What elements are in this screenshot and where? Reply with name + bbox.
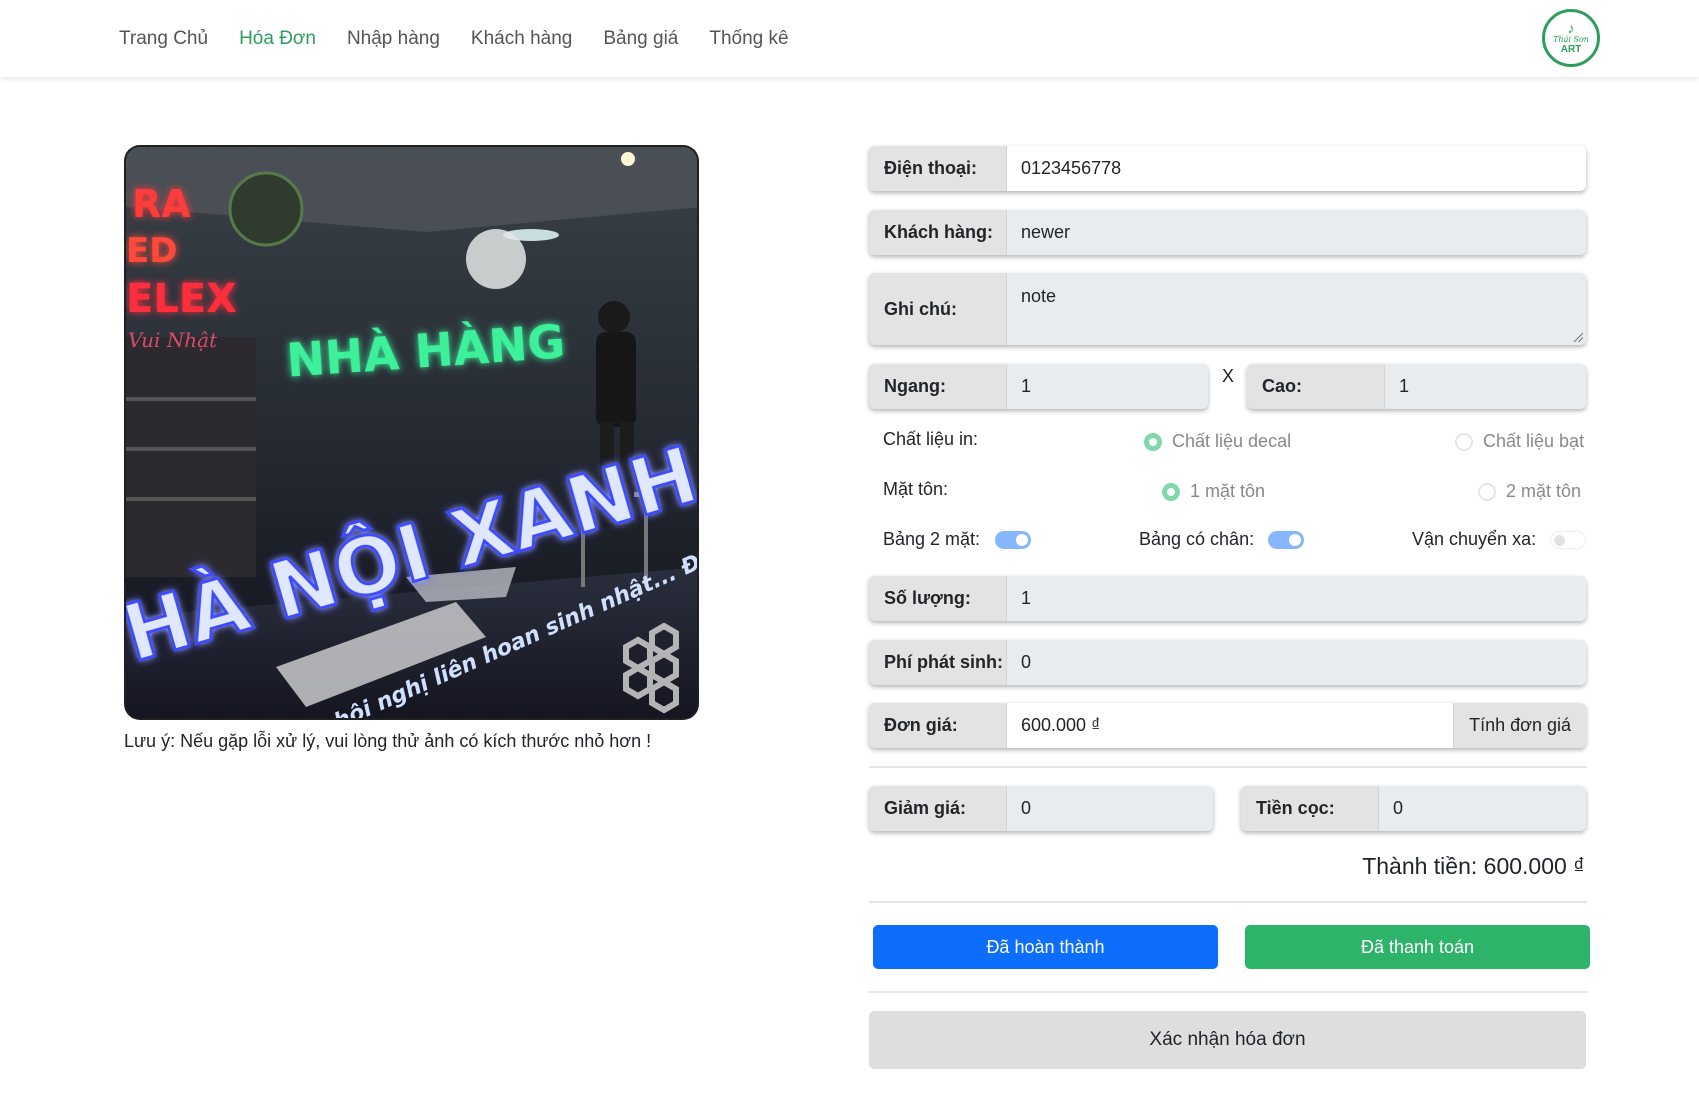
height-group: Cao: 1 (1247, 364, 1586, 409)
nav-item-import[interactable]: Nhập hàng (347, 28, 440, 50)
customer-input[interactable]: newer (1007, 210, 1586, 255)
print-material-label: Chất liệu in: (883, 429, 979, 449)
nav-item-home[interactable]: Trang Chủ (119, 28, 208, 50)
long-shipping-label: Vận chuyển xa: (1412, 529, 1537, 549)
width-input[interactable]: 1 (1007, 364, 1208, 409)
height-input[interactable]: 1 (1385, 364, 1586, 409)
nav-item-statistics[interactable]: Thống kê (709, 28, 788, 50)
brand-logo[interactable]: ♪ Thái Sơn ART (1542, 9, 1600, 67)
phone-label: Điện thoại: (869, 146, 1007, 191)
divider (869, 991, 1587, 993)
notes-textarea[interactable]: note (1007, 273, 1586, 345)
side-sign-ed: ED (126, 231, 177, 271)
width-label: Ngang: (869, 364, 1007, 409)
height-label: Cao: (1247, 364, 1385, 409)
radio-unchecked-icon (1455, 432, 1473, 451)
discount-group: Giảm giá: 0 (869, 786, 1213, 831)
nav-item-customers[interactable]: Khách hàng (471, 28, 572, 50)
logo-script-text: Thái Sơn (1553, 35, 1589, 44)
divider (869, 901, 1587, 903)
paid-button[interactable]: Đã thanh toán (1245, 925, 1590, 969)
with-stand-label: Bảng có chân: (1139, 529, 1255, 549)
customer-group: Khách hàng: newer (869, 210, 1586, 255)
notes-label: Ghi chú: (869, 273, 1007, 345)
radio-two-sheet-label: 2 mặt tôn (1506, 481, 1582, 501)
logo-art-text: ART (1560, 44, 1582, 55)
radio-banner-label: Chất liệu bạt (1483, 431, 1585, 451)
double-sided-label: Bảng 2 mặt: (883, 529, 981, 549)
nav-item-price-list[interactable]: Bảng giá (603, 28, 678, 50)
radio-checked-icon (1144, 432, 1162, 451)
quantity-input[interactable]: 1 (1007, 576, 1586, 621)
deposit-input[interactable]: 0 (1379, 786, 1586, 831)
side-sign-script: Vui Nhật (128, 328, 218, 352)
radio-one-sheet[interactable]: 1 mặt tôn (1162, 481, 1265, 502)
radio-decal-label: Chất liệu decal (1172, 431, 1292, 451)
radio-checked-icon (1162, 482, 1180, 501)
deposit-group: Tiền cọc: 0 (1241, 786, 1586, 831)
double-sided-toggle[interactable] (995, 531, 1031, 549)
nav-menu: Trang Chủ Hóa Đơn Nhập hàng Khách hàng B… (119, 0, 820, 77)
width-group: Ngang: 1 (869, 364, 1208, 409)
music-note-icon: ♪ (1567, 20, 1575, 36)
times-sign: X (1222, 366, 1235, 386)
phone-input[interactable]: 0123456778 (1007, 146, 1586, 191)
total-amount: Thành tiền: 600.000 ₫ (1362, 853, 1585, 879)
with-stand-toggle[interactable] (1268, 531, 1304, 549)
completed-button[interactable]: Đã hoàn thành (873, 925, 1218, 969)
radio-one-sheet-label: 1 mặt tôn (1190, 481, 1266, 501)
unit-price-label: Đơn giá: (869, 703, 1007, 748)
radio-banner[interactable]: Chất liệu bạt (1455, 431, 1584, 452)
extra-fee-group: Phí phát sinh: 0 (869, 640, 1586, 685)
resize-handle-icon[interactable] (1574, 333, 1583, 342)
calc-price-button[interactable]: Tính đơn giá (1453, 703, 1586, 748)
discount-label: Giảm giá: (869, 786, 1007, 831)
divider (869, 766, 1587, 768)
side-sign-ra: RA (132, 182, 191, 226)
extra-fee-label: Phí phát sinh: (869, 640, 1007, 685)
phone-group: Điện thoại: 0123456778 (869, 146, 1586, 191)
discount-input[interactable]: 0 (1007, 786, 1213, 831)
radio-two-sheet[interactable]: 2 mặt tôn (1478, 481, 1581, 502)
image-preview[interactable]: RA ED ELEX Vui Nhật NHÀ HÀNG HÀ NỘI XANH… (124, 145, 699, 720)
deposit-label: Tiền cọc: (1241, 786, 1379, 831)
quantity-group: Số lượng: 1 (869, 576, 1586, 621)
notes-text: note (1021, 286, 1057, 306)
extra-fee-input[interactable]: 0 (1007, 640, 1586, 685)
sheet-label: Mặt tôn: (883, 479, 949, 499)
sign-photo: RA ED ELEX Vui Nhật NHÀ HÀNG HÀ NỘI XANH… (126, 147, 697, 718)
radio-unchecked-icon (1478, 482, 1496, 501)
side-sign-elex: ELEX (126, 276, 237, 322)
nav-item-invoice[interactable]: Hóa Đơn (239, 28, 316, 50)
quantity-label: Số lượng: (869, 576, 1007, 621)
upload-note: Lưu ý: Nếu gặp lỗi xử lý, vui lòng thử ả… (124, 731, 652, 751)
long-shipping-toggle[interactable] (1550, 531, 1586, 549)
radio-decal[interactable]: Chất liệu decal (1144, 431, 1291, 452)
navbar: Trang Chủ Hóa Đơn Nhập hàng Khách hàng B… (0, 0, 1699, 77)
customer-label: Khách hàng: (869, 210, 1007, 255)
confirm-invoice-button[interactable]: Xác nhận hóa đơn (869, 1011, 1586, 1069)
unit-price-group: Đơn giá: 600.000 ₫ Tính đơn giá (869, 703, 1586, 748)
notes-group: Ghi chú: note (869, 273, 1586, 345)
unit-price-input[interactable]: 600.000 ₫ (1007, 703, 1454, 748)
